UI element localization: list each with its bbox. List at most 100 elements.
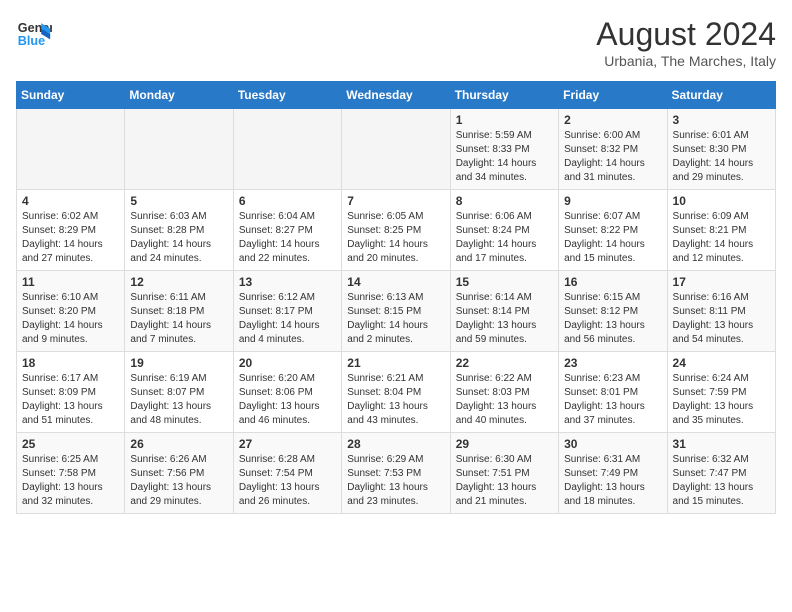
day-info: Sunrise: 6:03 AM Sunset: 8:28 PM Dayligh… xyxy=(130,210,227,266)
day-info: Sunrise: 6:25 AM Sunset: 7:58 PM Dayligh… xyxy=(22,453,119,509)
calendar-week-5: 25 Sunrise: 6:25 AM Sunset: 7:58 PM Dayli… xyxy=(17,433,776,514)
calendar-cell xyxy=(17,109,125,190)
day-number: 16 xyxy=(564,275,661,289)
day-number: 21 xyxy=(347,356,444,370)
day-info: Sunrise: 6:05 AM Sunset: 8:25 PM Dayligh… xyxy=(347,210,444,266)
day-number: 6 xyxy=(239,194,336,208)
calendar-cell: 18 Sunrise: 6:17 AM Sunset: 8:09 PM Dayli… xyxy=(17,352,125,433)
day-info: Sunrise: 6:16 AM Sunset: 8:11 PM Dayligh… xyxy=(673,291,770,347)
calendar-cell xyxy=(233,109,341,190)
weekday-header-wednesday: Wednesday xyxy=(342,82,450,109)
day-number: 1 xyxy=(456,113,553,127)
weekday-header-saturday: Saturday xyxy=(667,82,775,109)
day-info: Sunrise: 6:07 AM Sunset: 8:22 PM Dayligh… xyxy=(564,210,661,266)
calendar-cell xyxy=(125,109,233,190)
month-year: August 2024 xyxy=(596,16,776,53)
day-info: Sunrise: 6:23 AM Sunset: 8:01 PM Dayligh… xyxy=(564,372,661,428)
day-info: Sunrise: 6:26 AM Sunset: 7:56 PM Dayligh… xyxy=(130,453,227,509)
calendar-cell: 27 Sunrise: 6:28 AM Sunset: 7:54 PM Dayli… xyxy=(233,433,341,514)
day-info: Sunrise: 6:15 AM Sunset: 8:12 PM Dayligh… xyxy=(564,291,661,347)
svg-text:Blue: Blue xyxy=(18,34,45,48)
day-info: Sunrise: 6:30 AM Sunset: 7:51 PM Dayligh… xyxy=(456,453,553,509)
weekday-header-tuesday: Tuesday xyxy=(233,82,341,109)
calendar-cell: 6Sunrise: 6:04 AM Sunset: 8:27 PM Daylig… xyxy=(233,190,341,271)
weekday-header-row: SundayMondayTuesdayWednesdayThursdayFrid… xyxy=(17,82,776,109)
day-info: Sunrise: 6:19 AM Sunset: 8:07 PM Dayligh… xyxy=(130,372,227,428)
day-info: Sunrise: 6:10 AM Sunset: 8:20 PM Dayligh… xyxy=(22,291,119,347)
day-info: Sunrise: 6:01 AM Sunset: 8:30 PM Dayligh… xyxy=(673,129,770,185)
calendar-cell: 26 Sunrise: 6:26 AM Sunset: 7:56 PM Dayli… xyxy=(125,433,233,514)
day-number: 11 xyxy=(22,275,119,289)
calendar-week-3: 11 Sunrise: 6:10 AM Sunset: 8:20 PM Dayli… xyxy=(17,271,776,352)
day-info: Sunrise: 6:17 AM Sunset: 8:09 PM Dayligh… xyxy=(22,372,119,428)
calendar-cell: 31 Sunrise: 6:32 AM Sunset: 7:47 PM Dayli… xyxy=(667,433,775,514)
calendar-cell: 28Sunrise: 6:29 AM Sunset: 7:53 PM Dayli… xyxy=(342,433,450,514)
day-info: Sunrise: 6:21 AM Sunset: 8:04 PM Dayligh… xyxy=(347,372,444,428)
location: Urbania, The Marches, Italy xyxy=(596,53,776,69)
calendar-cell: 5 Sunrise: 6:03 AM Sunset: 8:28 PM Daylig… xyxy=(125,190,233,271)
day-number: 3 xyxy=(673,113,770,127)
day-info: Sunrise: 6:06 AM Sunset: 8:24 PM Dayligh… xyxy=(456,210,553,266)
header: General Blue August 2024 Urbania, The Ma… xyxy=(16,16,776,69)
calendar-cell: 19 Sunrise: 6:19 AM Sunset: 8:07 PM Dayli… xyxy=(125,352,233,433)
day-number: 27 xyxy=(239,437,336,451)
day-info: Sunrise: 6:11 AM Sunset: 8:18 PM Dayligh… xyxy=(130,291,227,347)
day-number: 14 xyxy=(347,275,444,289)
weekday-header-monday: Monday xyxy=(125,82,233,109)
day-number: 9 xyxy=(564,194,661,208)
calendar-week-2: 4Sunrise: 6:02 AM Sunset: 8:29 PM Daylig… xyxy=(17,190,776,271)
calendar-cell: 2Sunrise: 6:00 AM Sunset: 8:32 PM Daylig… xyxy=(559,109,667,190)
day-number: 5 xyxy=(130,194,227,208)
day-number: 12 xyxy=(130,275,227,289)
day-number: 15 xyxy=(456,275,553,289)
day-number: 29 xyxy=(456,437,553,451)
day-number: 26 xyxy=(130,437,227,451)
day-info: Sunrise: 6:28 AM Sunset: 7:54 PM Dayligh… xyxy=(239,453,336,509)
calendar-cell: 9 Sunrise: 6:07 AM Sunset: 8:22 PM Daylig… xyxy=(559,190,667,271)
day-number: 8 xyxy=(456,194,553,208)
calendar-cell: 1 Sunrise: 5:59 AM Sunset: 8:33 PM Daylig… xyxy=(450,109,558,190)
day-info: Sunrise: 6:24 AM Sunset: 7:59 PM Dayligh… xyxy=(673,372,770,428)
day-info: Sunrise: 6:32 AM Sunset: 7:47 PM Dayligh… xyxy=(673,453,770,509)
day-number: 23 xyxy=(564,356,661,370)
day-number: 17 xyxy=(673,275,770,289)
calendar-cell xyxy=(342,109,450,190)
logo-icon: General Blue xyxy=(16,16,52,52)
weekday-header-friday: Friday xyxy=(559,82,667,109)
day-number: 25 xyxy=(22,437,119,451)
day-info: Sunrise: 6:02 AM Sunset: 8:29 PM Dayligh… xyxy=(22,210,119,266)
day-number: 22 xyxy=(456,356,553,370)
calendar-cell: 29 Sunrise: 6:30 AM Sunset: 7:51 PM Dayli… xyxy=(450,433,558,514)
calendar-cell: 23 Sunrise: 6:23 AM Sunset: 8:01 PM Dayli… xyxy=(559,352,667,433)
day-number: 18 xyxy=(22,356,119,370)
day-info: Sunrise: 6:14 AM Sunset: 8:14 PM Dayligh… xyxy=(456,291,553,347)
calendar-week-1: 1 Sunrise: 5:59 AM Sunset: 8:33 PM Daylig… xyxy=(17,109,776,190)
day-number: 30 xyxy=(564,437,661,451)
day-number: 7 xyxy=(347,194,444,208)
weekday-header-sunday: Sunday xyxy=(17,82,125,109)
calendar-cell: 24Sunrise: 6:24 AM Sunset: 7:59 PM Dayli… xyxy=(667,352,775,433)
calendar-cell: 17 Sunrise: 6:16 AM Sunset: 8:11 PM Dayli… xyxy=(667,271,775,352)
day-info: Sunrise: 6:22 AM Sunset: 8:03 PM Dayligh… xyxy=(456,372,553,428)
calendar-cell: 13 Sunrise: 6:12 AM Sunset: 8:17 PM Dayli… xyxy=(233,271,341,352)
calendar-cell: 20Sunrise: 6:20 AM Sunset: 8:06 PM Dayli… xyxy=(233,352,341,433)
day-info: Sunrise: 5:59 AM Sunset: 8:33 PM Dayligh… xyxy=(456,129,553,185)
day-number: 13 xyxy=(239,275,336,289)
calendar-cell: 30 Sunrise: 6:31 AM Sunset: 7:49 PM Dayli… xyxy=(559,433,667,514)
calendar-cell: 22 Sunrise: 6:22 AM Sunset: 8:03 PM Dayli… xyxy=(450,352,558,433)
calendar-cell: 16 Sunrise: 6:15 AM Sunset: 8:12 PM Dayli… xyxy=(559,271,667,352)
day-info: Sunrise: 6:09 AM Sunset: 8:21 PM Dayligh… xyxy=(673,210,770,266)
day-number: 31 xyxy=(673,437,770,451)
calendar-cell: 12 Sunrise: 6:11 AM Sunset: 8:18 PM Dayli… xyxy=(125,271,233,352)
day-info: Sunrise: 6:31 AM Sunset: 7:49 PM Dayligh… xyxy=(564,453,661,509)
day-info: Sunrise: 6:12 AM Sunset: 8:17 PM Dayligh… xyxy=(239,291,336,347)
day-number: 10 xyxy=(673,194,770,208)
calendar-cell: 8 Sunrise: 6:06 AM Sunset: 8:24 PM Daylig… xyxy=(450,190,558,271)
calendar-cell: 7 Sunrise: 6:05 AM Sunset: 8:25 PM Daylig… xyxy=(342,190,450,271)
calendar-cell: 15 Sunrise: 6:14 AM Sunset: 8:14 PM Dayli… xyxy=(450,271,558,352)
calendar-cell: 3 Sunrise: 6:01 AM Sunset: 8:30 PM Daylig… xyxy=(667,109,775,190)
day-number: 2 xyxy=(564,113,661,127)
day-number: 19 xyxy=(130,356,227,370)
calendar-cell: 25 Sunrise: 6:25 AM Sunset: 7:58 PM Dayli… xyxy=(17,433,125,514)
logo: General Blue xyxy=(16,16,52,52)
